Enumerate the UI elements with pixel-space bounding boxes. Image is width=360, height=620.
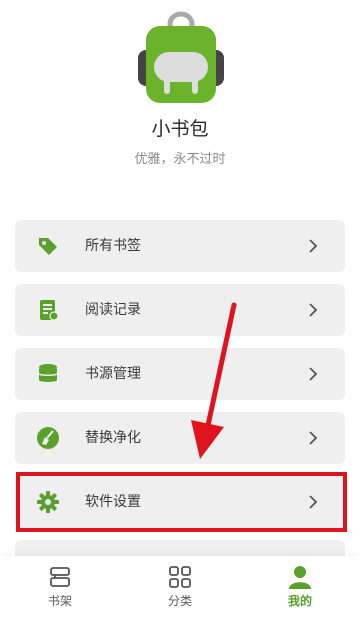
app-slogan: 优雅，永不过时 (134, 152, 226, 167)
menu-item-label: 书源管理 (85, 366, 141, 382)
gear-icon (37, 491, 59, 513)
bookshelf-icon (50, 567, 70, 587)
grid-icon (169, 566, 191, 588)
menu-item-label: 替换净化 (85, 430, 141, 446)
tag-icon (39, 238, 57, 255)
chevron-right-icon (309, 431, 318, 445)
menu-item-label: 阅读记录 (85, 302, 141, 318)
nav-item-mine[interactable]: 我的 (260, 564, 340, 614)
backpack-logo (138, 11, 224, 103)
menu-item-replace-purify[interactable]: 替换净化 (15, 412, 345, 464)
app-name: 小书包 (151, 118, 209, 140)
menu-item-book-sources[interactable]: 书源管理 (15, 348, 345, 400)
nav-label: 分类 (167, 594, 192, 608)
nav-item-categories[interactable]: 分类 (140, 564, 220, 614)
nav-item-bookshelf[interactable]: 书架 (20, 564, 100, 614)
chevron-right-icon (309, 239, 318, 253)
nav-label: 我的 (287, 594, 312, 608)
menu-item-label: 软件设置 (85, 494, 141, 510)
chevron-right-icon (309, 303, 318, 317)
bottom-navigation: 书架 分类 我的 (0, 556, 360, 620)
menu-item-reading-history[interactable]: 阅读记录 (15, 284, 345, 336)
nav-label: 书架 (47, 594, 72, 608)
database-icon (39, 364, 57, 382)
menu-item-label: 所有书签 (85, 238, 141, 254)
menu-item-software-settings[interactable]: 软件设置 (15, 476, 345, 528)
chevron-right-icon (309, 495, 318, 509)
broom-icon (37, 427, 59, 449)
menu-item-bookmarks[interactable]: 所有书签 (15, 220, 345, 272)
person-icon (289, 566, 311, 589)
chevron-right-icon (309, 367, 318, 381)
reading-record-icon (40, 300, 59, 321)
